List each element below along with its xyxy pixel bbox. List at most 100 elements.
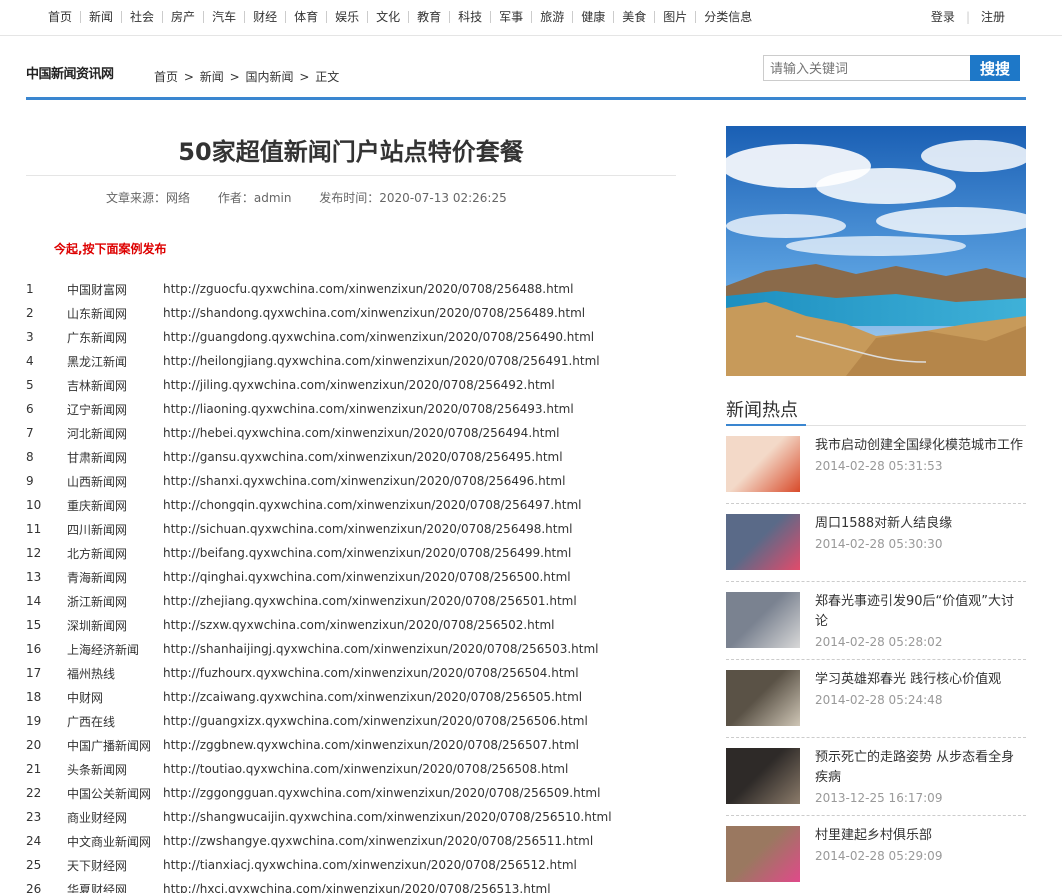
hot-news-list: 我市启动创建全国绿化模范城市工作 2014-02-28 05:31:53 周口158… [726,426,1026,893]
row-number: 2 [26,306,34,320]
search-button[interactable]: 搜搜 [970,55,1020,81]
row-url-link[interactable]: http://heilongjiang.qyxwchina.com/xinwen… [163,354,676,368]
nav-link-finance[interactable]: 财经 [244,10,285,23]
landscape-banner[interactable] [726,126,1026,376]
breadcrumb-current: 正文 [315,70,340,84]
row-url-link[interactable]: http://jiling.qyxwchina.com/xinwenzixun/… [163,378,676,392]
row-url-link[interactable]: http://toutiao.qyxwchina.com/xinwenzixun… [163,762,676,776]
hot-news-thumbnail[interactable] [726,592,800,648]
row-url-link[interactable]: http://tianxiacj.qyxwchina.com/xinwenzix… [163,858,676,872]
site-list: 1 中国财富网 http://zguocfu.qyxwchina.com/xinwe… [26,277,676,893]
row-site-name: 山东新闻网 [67,306,128,321]
row-url-link[interactable]: http://shanxi.qyxwchina.com/xinwenzixun/… [163,474,676,488]
row-url-link[interactable]: http://gansu.qyxwchina.com/xinwenzixun/2… [163,450,676,464]
hot-news-link[interactable]: 村里建起乡村俱乐部 [815,826,1026,846]
site-row: 8 甘肃新闻网 http://gansu.qyxwchina.com/xinwenz… [26,445,676,469]
row-number: 26 [26,882,42,893]
nav-link-realestate[interactable]: 房产 [162,10,203,23]
hot-news-link[interactable]: 学习英雄郑春光 践行核心价值观 [815,670,1026,690]
nav-link-home[interactable]: 首页 [48,11,80,23]
row-site-name: 中文商业新闻网 [67,834,152,849]
nav-link-culture[interactable]: 文化 [367,10,408,23]
site-header: 中国新闻资讯网 首页 > 新闻 > 国内新闻 > 正文 搜搜 [26,52,1026,100]
hot-news-item[interactable]: 学习英雄郑春光 践行核心价值观 2014-02-28 05:24:48 [726,660,1026,738]
row-url-link[interactable]: http://szxw.qyxwchina.com/xinwenzixun/20… [163,618,676,632]
site-row: 25 天下财经网 http://tianxiacj.qyxwchina.com/xi… [26,853,676,877]
nav-link-education[interactable]: 教育 [408,10,449,23]
row-site-name: 华夏财经网 [67,882,128,893]
hot-news-thumbnail[interactable] [726,748,800,804]
site-row: 2 山东新闻网 http://shandong.qyxwchina.com/xinw… [26,301,676,325]
row-url-link[interactable]: http://chongqin.qyxwchina.com/xinwenzixu… [163,498,676,512]
row-url-link[interactable]: http://qinghai.qyxwchina.com/xinwenzixun… [163,570,676,584]
hot-news-item[interactable]: 村里建起乡村俱乐部 2014-02-28 05:29:09 [726,816,1026,893]
row-url-link[interactable]: http://zhejiang.qyxwchina.com/xinwenzixu… [163,594,676,608]
hot-news-thumbnail[interactable] [726,826,800,882]
row-url-link[interactable]: http://hxcj.qyxwchina.com/xinwenzixun/20… [163,882,676,893]
nav-link-auto[interactable]: 汽车 [203,10,244,23]
register-link[interactable]: 注册 [970,11,1016,23]
row-url-link[interactable]: http://shangwucaijin.qyxwchina.com/xinwe… [163,810,676,824]
row-number: 16 [26,642,42,656]
row-site-name: 吉林新闻网 [67,378,128,393]
nav-link-news[interactable]: 新闻 [80,10,121,23]
nav-link-food[interactable]: 美食 [613,10,654,23]
row-number: 11 [26,522,42,536]
row-url-link[interactable]: http://guangdong.qyxwchina.com/xinwenzix… [163,330,676,344]
site-row: 9 山西新闻网 http://shanxi.qyxwchina.com/xinwen… [26,469,676,493]
row-url-link[interactable]: http://fuzhourx.qyxwchina.com/xinwenzixu… [163,666,676,680]
nav-link-entertainment[interactable]: 娱乐 [326,10,367,23]
hot-news-thumbnail[interactable] [726,670,800,726]
hot-news-thumbnail[interactable] [726,436,800,492]
login-link[interactable]: 登录 [920,11,966,23]
nav-link-pictures[interactable]: 图片 [654,10,695,23]
hot-news-date: 2014-02-28 05:30:30 [815,537,943,551]
hot-news-item[interactable]: 预示死亡的走路姿势 从步态看全身疾病 2013-12-25 16:17:09 [726,738,1026,816]
breadcrumb-home[interactable]: 首页 [154,70,178,84]
row-url-link[interactable]: http://zggongguan.qyxwchina.com/xinwenzi… [163,786,676,800]
nav-link-classifieds[interactable]: 分类信息 [695,10,760,23]
site-logo[interactable]: 中国新闻资讯网 [26,63,114,82]
row-site-name: 甘肃新闻网 [67,450,128,465]
nav-link-health[interactable]: 健康 [572,10,613,23]
search-input[interactable] [763,55,970,81]
row-number: 14 [26,594,42,608]
hot-news-thumbnail[interactable] [726,514,800,570]
row-url-link[interactable]: http://guangxizx.qyxwchina.com/xinwenzix… [163,714,676,728]
row-url-link[interactable]: http://shandong.qyxwchina.com/xinwenzixu… [163,306,676,320]
row-number: 18 [26,690,42,704]
row-url-link[interactable]: http://beifang.qyxwchina.com/xinwenzixun… [163,546,676,560]
hot-news-item[interactable]: 周口1588对新人结良缘 2014-02-28 05:30:30 [726,504,1026,582]
hot-news-link[interactable]: 预示死亡的走路姿势 从步态看全身疾病 [815,748,1026,788]
site-row: 3 广东新闻网 http://guangdong.qyxwchina.com/xin… [26,325,676,349]
site-row: 1 中国财富网 http://zguocfu.qyxwchina.com/xinwe… [26,277,676,301]
hot-news-date: 2013-12-25 16:17:09 [815,791,943,805]
sidebar: 新闻热点 我市启动创建全国绿化模范城市工作 2014-02-28 05:31:53… [726,126,1026,893]
row-site-name: 深圳新闻网 [67,618,128,633]
site-row: 20 中国广播新闻网 http://zggbnew.qyxwchina.com/xi… [26,733,676,757]
nav-link-tech[interactable]: 科技 [449,10,490,23]
hot-news-link[interactable]: 我市启动创建全国绿化模范城市工作 [815,436,1026,456]
row-url-link[interactable]: http://zggbnew.qyxwchina.com/xinwenzixun… [163,738,676,752]
nav-link-sports[interactable]: 体育 [285,10,326,23]
nav-link-military[interactable]: 军事 [490,10,531,23]
breadcrumb-domestic[interactable]: 国内新闻 [245,70,293,84]
hot-news-link[interactable]: 郑春光事迹引发90后“价值观”大讨论 [815,592,1026,632]
site-row: 24 中文商业新闻网 http://zwshangye.qyxwchina.com/… [26,829,676,853]
hot-news-item[interactable]: 我市启动创建全国绿化模范城市工作 2014-02-28 05:31:53 [726,426,1026,504]
nav-link-society[interactable]: 社会 [121,10,162,23]
row-url-link[interactable]: http://zguocfu.qyxwchina.com/xinwenzixun… [163,282,676,296]
row-number: 22 [26,786,42,800]
nav-link-travel[interactable]: 旅游 [531,10,572,23]
hot-news-link[interactable]: 周口1588对新人结良缘 [815,514,1026,534]
row-url-link[interactable]: http://zcaiwang.qyxwchina.com/xinwenzixu… [163,690,676,704]
hot-news-item[interactable]: 郑春光事迹引发90后“价值观”大讨论 2014-02-28 05:28:02 [726,582,1026,660]
row-site-name: 广西在线 [67,714,116,729]
row-url-link[interactable]: http://hebei.qyxwchina.com/xinwenzixun/2… [163,426,676,440]
row-url-link[interactable]: http://liaoning.qyxwchina.com/xinwenzixu… [163,402,676,416]
row-url-link[interactable]: http://zwshangye.qyxwchina.com/xinwenzix… [163,834,676,848]
site-row: 5 吉林新闻网 http://jiling.qyxwchina.com/xinwen… [26,373,676,397]
row-url-link[interactable]: http://sichuan.qyxwchina.com/xinwenzixun… [163,522,676,536]
breadcrumb-news[interactable]: 新闻 [200,70,224,84]
row-url-link[interactable]: http://shanhaijingj.qyxwchina.com/xinwen… [163,642,676,656]
